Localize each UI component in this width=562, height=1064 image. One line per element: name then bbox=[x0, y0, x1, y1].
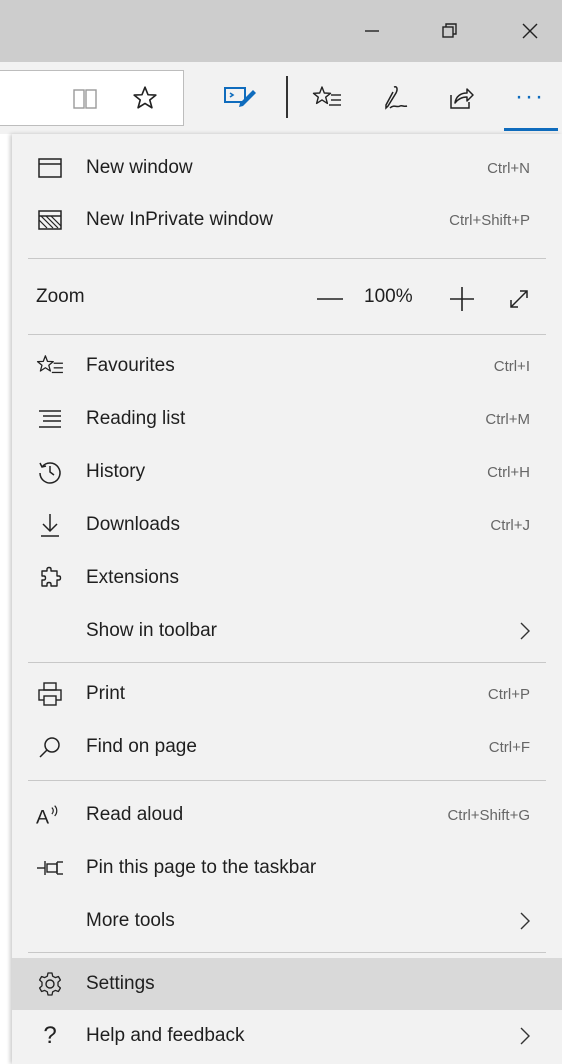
menu-item-pin-taskbar[interactable]: Pin this page to the taskbar bbox=[12, 842, 562, 894]
menu-shortcut: Ctrl+Shift+G bbox=[447, 806, 530, 824]
printer-icon bbox=[36, 680, 64, 708]
download-icon bbox=[36, 511, 64, 539]
plus-icon bbox=[450, 287, 474, 311]
menu-item-new-window[interactable]: New window Ctrl+N bbox=[12, 142, 562, 194]
menu-item-extensions[interactable]: Extensions bbox=[12, 552, 562, 604]
menu-label: More tools bbox=[86, 910, 175, 931]
menu-shortcut: Ctrl+M bbox=[485, 410, 530, 428]
help-icon: ? bbox=[36, 1022, 64, 1050]
menu-item-reading-list[interactable]: Reading list Ctrl+M bbox=[12, 393, 562, 445]
menu-label: History bbox=[86, 461, 146, 482]
full-screen-button[interactable] bbox=[504, 284, 534, 314]
menu-divider bbox=[28, 334, 546, 335]
menu-item-new-inprivate-window[interactable]: New InPrivate window Ctrl+Shift+P bbox=[12, 194, 562, 246]
menu-label: Print bbox=[86, 683, 126, 704]
expand-icon bbox=[510, 290, 528, 308]
menu-label: Help and feedback bbox=[86, 1025, 245, 1046]
help-glyph: ? bbox=[43, 1022, 57, 1049]
browser-toolbar: ··· bbox=[0, 62, 562, 134]
menu-shortcut: Ctrl+J bbox=[490, 516, 530, 534]
history-icon bbox=[36, 458, 64, 486]
minimize-icon bbox=[365, 30, 379, 32]
zoom-out-button[interactable] bbox=[314, 284, 346, 314]
chevron-right-icon bbox=[520, 1027, 530, 1045]
ellipsis-label: ··· bbox=[515, 83, 545, 110]
menu-label: Read aloud bbox=[86, 804, 184, 825]
menu-item-show-in-toolbar[interactable]: Show in toolbar bbox=[12, 605, 562, 657]
svg-text:A: A bbox=[36, 806, 50, 828]
menu-item-read-aloud[interactable]: A Read aloud Ctrl+Shift+G bbox=[12, 789, 562, 841]
menu-label: New window bbox=[86, 157, 193, 178]
menu-item-print[interactable]: Print Ctrl+P bbox=[12, 668, 562, 720]
menu-label: Reading list bbox=[86, 408, 186, 429]
restore-icon bbox=[442, 23, 457, 38]
favourites-icon[interactable] bbox=[310, 82, 344, 114]
menu-item-favourites[interactable]: Favourites Ctrl+I bbox=[12, 340, 562, 392]
settings-menu: New window Ctrl+N New InPrivate window C… bbox=[12, 134, 562, 1064]
share-icon[interactable] bbox=[444, 82, 478, 114]
menu-item-find-on-page[interactable]: Find on page Ctrl+F bbox=[12, 721, 562, 773]
menu-shortcut: Ctrl+I bbox=[493, 357, 530, 375]
zoom-value: 100% bbox=[364, 286, 413, 307]
ellipsis-active-indicator bbox=[504, 128, 558, 131]
gear-icon bbox=[36, 970, 64, 998]
search-icon bbox=[36, 733, 64, 761]
zoom-label: Zoom bbox=[36, 286, 85, 307]
menu-label: Show in toolbar bbox=[86, 620, 217, 641]
menu-shortcut: Ctrl+H bbox=[487, 463, 530, 481]
zoom-in-button[interactable] bbox=[446, 284, 478, 314]
menu-item-downloads[interactable]: Downloads Ctrl+J bbox=[12, 499, 562, 551]
address-bar[interactable] bbox=[0, 70, 184, 126]
menu-shortcut: Ctrl+N bbox=[487, 159, 530, 177]
favourites-icon bbox=[36, 352, 64, 380]
close-icon bbox=[522, 23, 538, 39]
window-icon bbox=[36, 154, 64, 182]
menu-divider bbox=[28, 780, 546, 781]
pen-icon[interactable] bbox=[378, 82, 412, 114]
menu-label: Downloads bbox=[86, 514, 180, 535]
menu-label: Favourites bbox=[86, 355, 175, 376]
menu-label: New InPrivate window bbox=[86, 209, 273, 230]
reading-list-icon bbox=[36, 405, 64, 433]
web-note-icon[interactable] bbox=[220, 82, 260, 114]
menu-label: Extensions bbox=[86, 567, 179, 588]
menu-divider bbox=[28, 952, 546, 953]
menu-shortcut: Ctrl+Shift+P bbox=[449, 211, 530, 229]
star-icon[interactable] bbox=[130, 83, 160, 113]
toolbar-separator bbox=[286, 76, 288, 118]
minus-icon bbox=[317, 298, 343, 300]
menu-divider bbox=[28, 662, 546, 663]
minimize-button[interactable] bbox=[340, 0, 404, 62]
menu-shortcut: Ctrl+P bbox=[487, 685, 530, 703]
menu-label: Pin this page to the taskbar bbox=[86, 857, 317, 878]
menu-item-settings[interactable]: Settings bbox=[12, 958, 562, 1010]
close-button[interactable] bbox=[498, 0, 562, 62]
restore-button[interactable] bbox=[418, 0, 482, 62]
chevron-right-icon bbox=[520, 912, 530, 930]
read-aloud-icon: A bbox=[36, 801, 64, 829]
zoom-row: Zoom 100% bbox=[12, 272, 562, 326]
reading-view-icon[interactable] bbox=[70, 85, 100, 113]
menu-label: Find on page bbox=[86, 736, 197, 757]
pin-icon bbox=[36, 854, 64, 882]
ellipsis-icon[interactable]: ··· bbox=[510, 80, 550, 114]
chevron-right-icon bbox=[520, 622, 530, 640]
menu-item-more-tools[interactable]: More tools bbox=[12, 895, 562, 947]
menu-item-help-feedback[interactable]: ? Help and feedback bbox=[12, 1010, 562, 1062]
menu-divider bbox=[28, 258, 546, 259]
inprivate-window-icon bbox=[36, 206, 64, 234]
menu-label: Settings bbox=[86, 973, 155, 994]
menu-item-history[interactable]: History Ctrl+H bbox=[12, 446, 562, 498]
window-titlebar bbox=[0, 0, 562, 62]
puzzle-piece-icon bbox=[36, 564, 64, 592]
menu-shortcut: Ctrl+F bbox=[488, 738, 530, 756]
